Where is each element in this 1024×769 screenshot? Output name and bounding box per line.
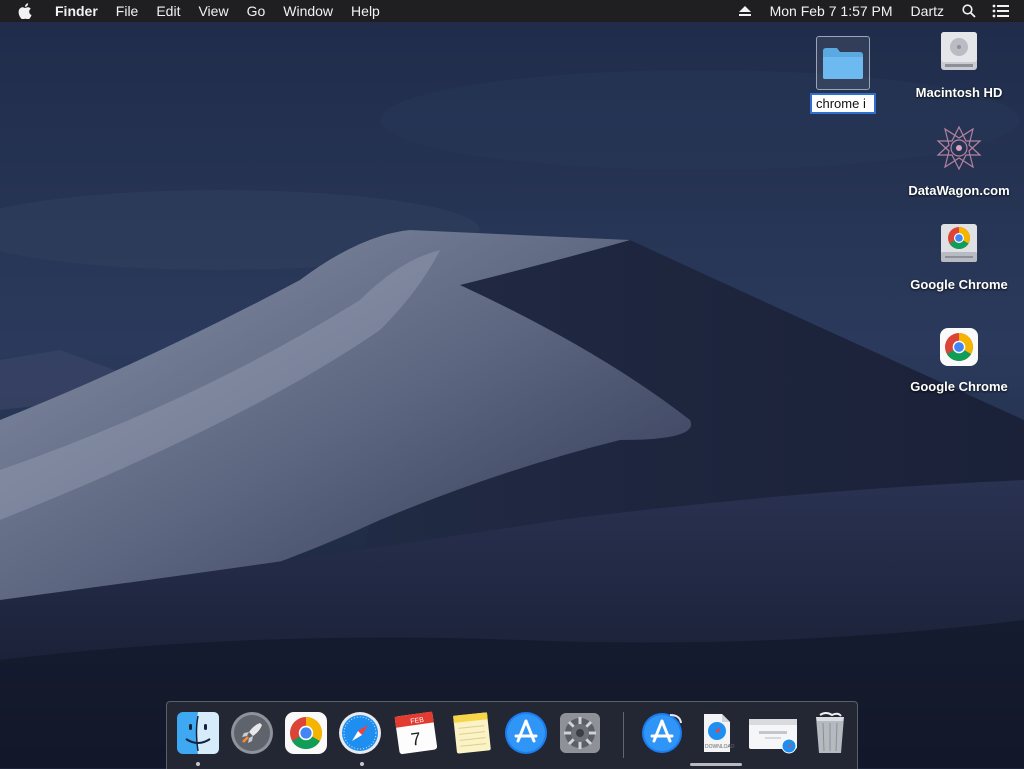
notification-center-icon[interactable] bbox=[990, 0, 1012, 22]
running-indicator bbox=[360, 762, 364, 766]
downloads-stack-icon: DOWNLOAD bbox=[704, 714, 735, 752]
applications-stack-icon bbox=[642, 713, 682, 753]
desktop-item-label: DataWagon.com bbox=[908, 183, 1010, 198]
app-store-icon bbox=[505, 712, 547, 754]
chrome-app-icon bbox=[937, 326, 981, 373]
dock-minimized-window[interactable] bbox=[747, 710, 801, 756]
menu-bar-status-area: Mon Feb 7 1:57 PM Dartz bbox=[729, 0, 1024, 22]
desktop-item-chrome-dmg[interactable]: Google Chrome bbox=[899, 220, 1019, 292]
menu-bar-user[interactable]: Dartz bbox=[902, 0, 953, 22]
system-preferences-icon bbox=[560, 713, 600, 753]
finder-icon bbox=[177, 712, 219, 754]
chrome-disk-image-icon bbox=[937, 220, 981, 271]
dock-downloads-stack[interactable]: DOWNLOAD bbox=[693, 710, 739, 756]
dock: FEB 7 DOWNLOAD bbox=[166, 701, 858, 769]
menu-window[interactable]: Window bbox=[274, 0, 342, 22]
notes-icon bbox=[453, 712, 491, 754]
menu-file[interactable]: File bbox=[107, 0, 148, 22]
dock-launchpad[interactable] bbox=[229, 710, 275, 756]
chrome-icon bbox=[285, 712, 327, 754]
menu-view[interactable]: View bbox=[189, 0, 237, 22]
desktop-item-datawagon[interactable]: DataWagon.com bbox=[899, 124, 1019, 198]
dock-calendar[interactable]: FEB 7 bbox=[393, 710, 439, 756]
desktop-item-label: Macintosh HD bbox=[915, 85, 1003, 100]
eject-icon[interactable] bbox=[734, 0, 756, 22]
desktop-item-label: Google Chrome bbox=[910, 379, 1008, 394]
desktop-folder-renaming[interactable] bbox=[810, 36, 876, 114]
dock-safari[interactable] bbox=[337, 710, 383, 756]
launchpad-icon bbox=[231, 712, 273, 754]
folder-icon bbox=[816, 36, 870, 90]
menu-edit[interactable]: Edit bbox=[147, 0, 189, 22]
dock-system-preferences[interactable] bbox=[557, 710, 603, 756]
menu-bar-clock[interactable]: Mon Feb 7 1:57 PM bbox=[761, 0, 902, 22]
dock-scroll-indicator bbox=[690, 763, 742, 766]
menu-app-finder[interactable]: Finder bbox=[46, 0, 107, 22]
desktop-item-chrome-app[interactable]: Google Chrome bbox=[899, 326, 1019, 394]
menu-help[interactable]: Help bbox=[342, 0, 389, 22]
desktop-item-label: Google Chrome bbox=[910, 277, 1008, 292]
hard-drive-icon bbox=[937, 28, 981, 79]
spotlight-search-icon[interactable] bbox=[958, 0, 980, 22]
dock-trash[interactable] bbox=[807, 710, 853, 756]
apple-logo-icon[interactable] bbox=[18, 0, 38, 22]
folder-rename-field[interactable] bbox=[810, 93, 876, 114]
calendar-icon: FEB 7 bbox=[394, 711, 438, 755]
downloads-label: DOWNLOAD bbox=[705, 744, 735, 750]
menu-bar: Finder File Edit View Go Window Help Mon… bbox=[0, 0, 1024, 22]
running-indicator bbox=[196, 762, 200, 766]
safari-icon bbox=[339, 712, 381, 754]
minimized-window-icon bbox=[749, 719, 797, 754]
trash-icon bbox=[816, 712, 844, 753]
desktop-item-macintosh-hd[interactable]: Macintosh HD bbox=[899, 28, 1019, 100]
dock-applications-stack[interactable] bbox=[639, 710, 685, 756]
desktop-wallpaper bbox=[0, 0, 1024, 768]
menu-go[interactable]: Go bbox=[238, 0, 275, 22]
dock-finder[interactable] bbox=[175, 710, 221, 756]
dock-chrome[interactable] bbox=[283, 710, 329, 756]
dock-notes[interactable] bbox=[449, 710, 495, 756]
dock-separator bbox=[623, 712, 624, 758]
network-volume-icon bbox=[935, 124, 983, 177]
dock-app-store[interactable] bbox=[503, 710, 549, 756]
